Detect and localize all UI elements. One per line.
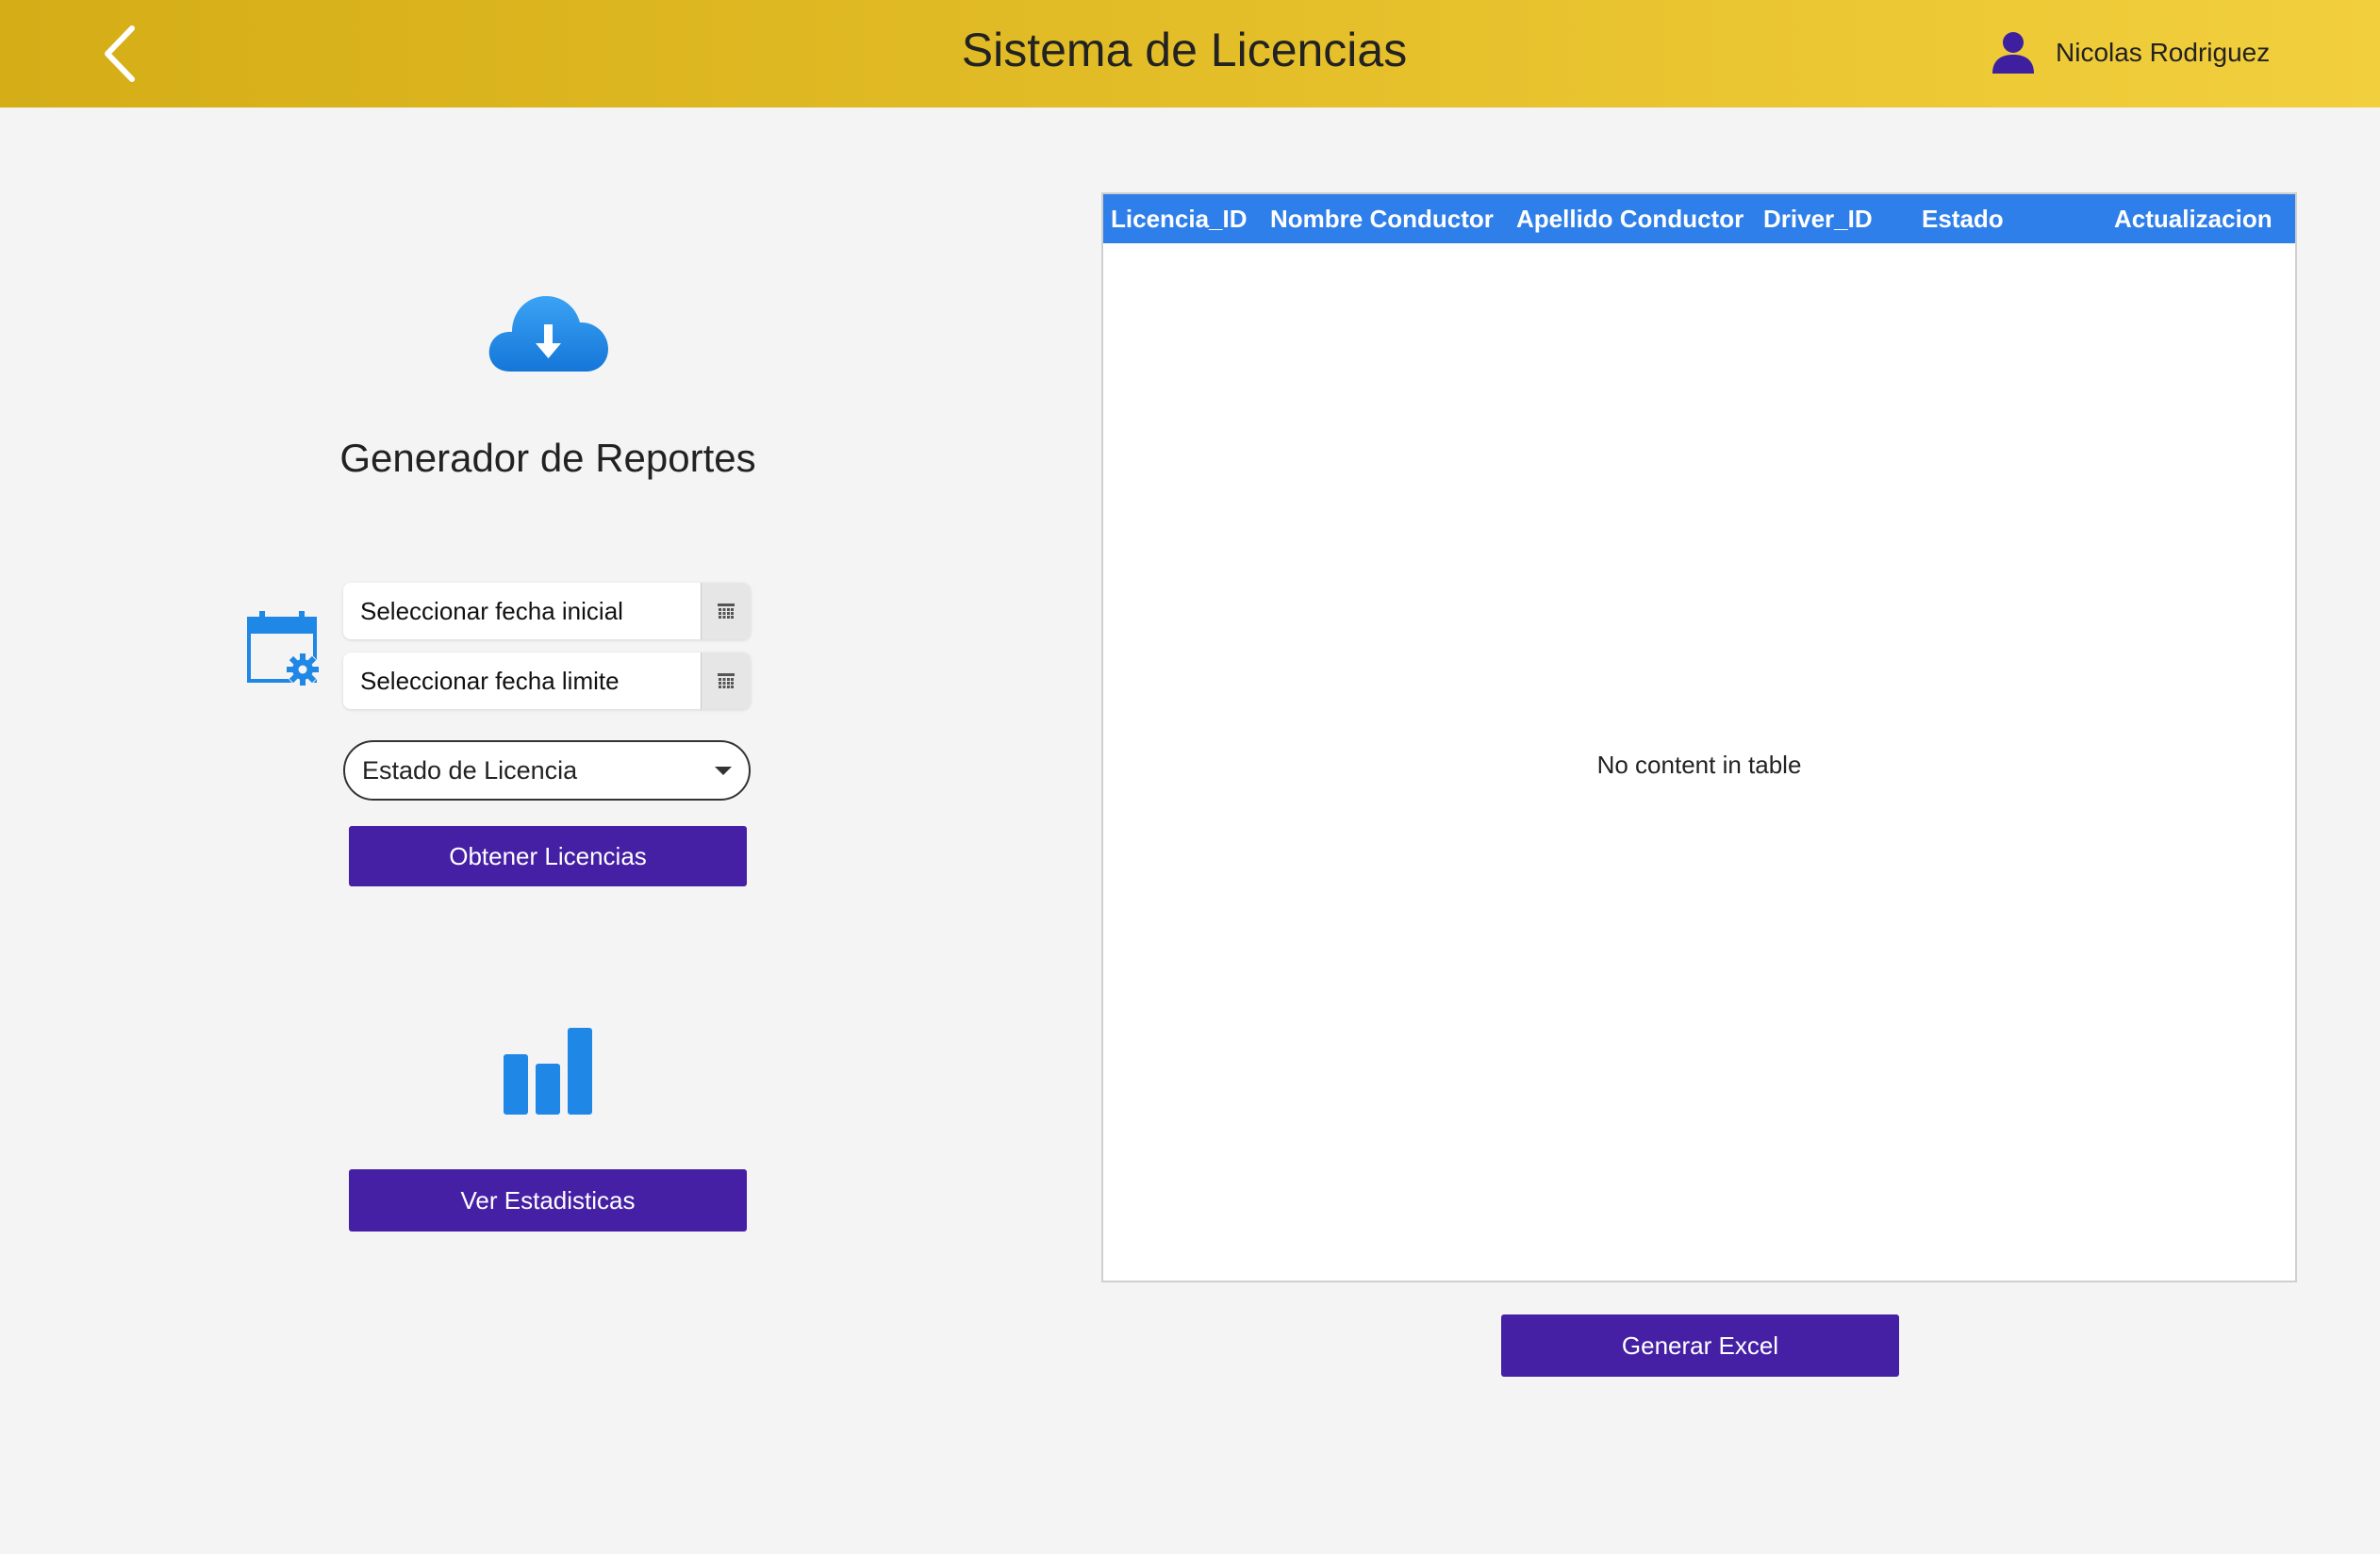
calendar-settings-icon: [247, 611, 320, 686]
calendar-grid-icon: [718, 603, 735, 619]
end-date-picker[interactable]: Seleccionar fecha limite: [343, 653, 751, 709]
start-date-picker[interactable]: Seleccionar fecha inicial: [343, 583, 751, 639]
column-header-licencia-id[interactable]: Licencia_ID: [1111, 194, 1248, 243]
end-date-calendar-button[interactable]: [701, 653, 751, 709]
user-name: Nicolas Rodriguez: [2056, 38, 2271, 67]
license-status-value: Estado de Licencia: [362, 756, 578, 785]
generate-excel-button[interactable]: Generar Excel: [1501, 1314, 1899, 1377]
calendar-grid-icon: [718, 673, 735, 688]
column-header-estado[interactable]: Estado: [1922, 194, 2004, 243]
column-header-nombre-conductor[interactable]: Nombre Conductor: [1270, 194, 1494, 243]
user-profile[interactable]: Nicolas Rodriguez: [1990, 25, 2270, 81]
license-status-select[interactable]: Estado de Licencia: [343, 740, 751, 801]
bar-chart-icon: [504, 1028, 592, 1115]
view-statistics-button[interactable]: Ver Estadisticas: [349, 1169, 747, 1232]
table-empty-message: No content in table: [1596, 751, 1802, 779]
table-header: Licencia_ID Nombre Conductor Apellido Co…: [1103, 194, 2295, 243]
column-header-driver-id[interactable]: Driver_ID: [1763, 194, 1873, 243]
end-date-field[interactable]: Seleccionar fecha limite: [360, 653, 620, 709]
cloud-download-icon: [488, 296, 608, 372]
app-header: Sistema de Licencias Nicolas Rodriguez: [0, 0, 2380, 107]
column-header-apellido-conductor[interactable]: Apellido Conductor: [1516, 194, 1744, 243]
get-licenses-button[interactable]: Obtener Licencias: [349, 826, 747, 886]
column-header-actualizacion[interactable]: Actualizacion: [2114, 194, 2273, 243]
licenses-table[interactable]: Licencia_ID Nombre Conductor Apellido Co…: [1101, 192, 2297, 1282]
dropdown-arrow-icon: [715, 767, 732, 775]
user-icon: [1992, 32, 2034, 74]
start-date-calendar-button[interactable]: [701, 583, 751, 639]
report-generator-title: Generador de Reportes: [339, 436, 756, 480]
start-date-field[interactable]: Seleccionar fecha inicial: [360, 583, 623, 639]
